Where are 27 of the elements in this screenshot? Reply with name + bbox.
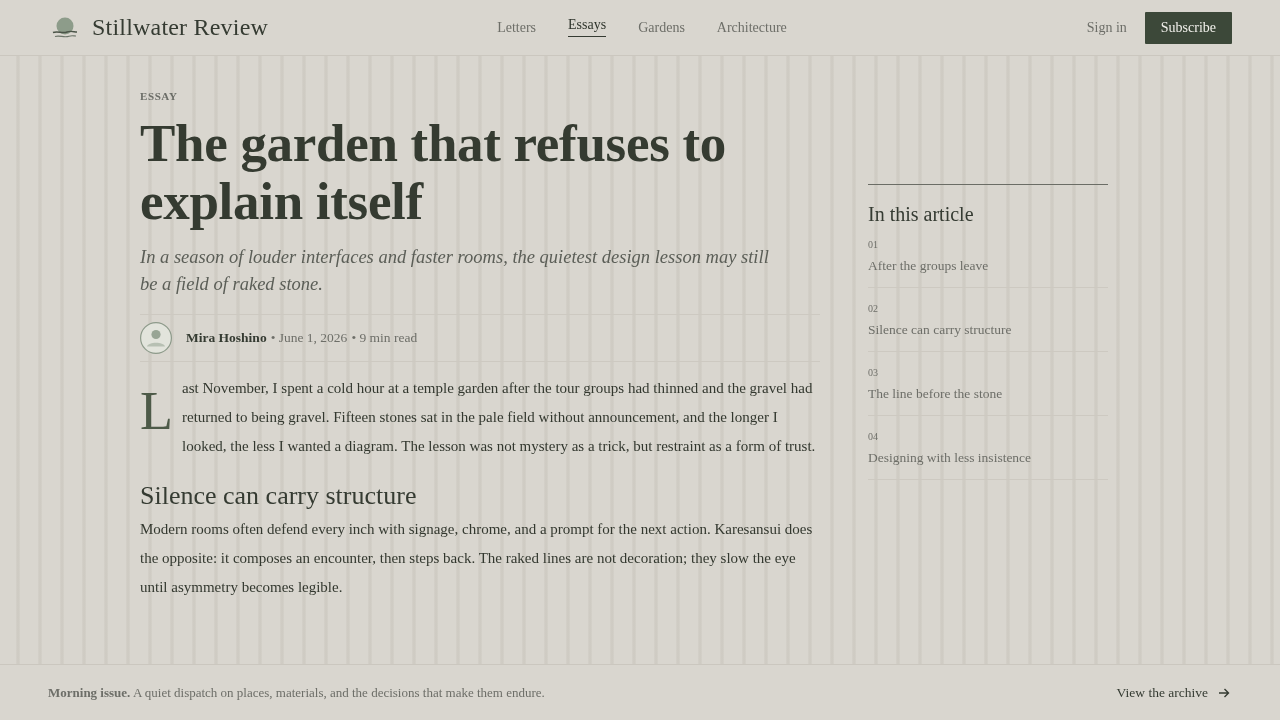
article-category: ESSAY [140, 90, 179, 102]
byline-meta: • 9 min read [351, 330, 418, 346]
nav-link[interactable]: Gardens [638, 15, 685, 40]
toc-item[interactable]: 03 The line before the stone [868, 361, 1108, 416]
drop-cap-letter: L [140, 386, 174, 434]
toc-item[interactable]: 01 After the groups leave [868, 233, 1108, 288]
footer-note: Morning issue. A quiet dispatch on places, materials, and the decisions that make them endure. [48, 684, 545, 701]
byline-meta: • June 1, 2026 [270, 330, 348, 346]
nav-link[interactable]: Architecture [716, 15, 787, 40]
toc-item[interactable]: 02 Silence can carry structure [868, 297, 1108, 352]
avatar-silhouette-icon [140, 322, 172, 354]
nav-link[interactable]: Letters [497, 15, 537, 40]
article-title: The garden that refuses to explain itself [140, 114, 727, 230]
archive-link[interactable]: View the archive [1116, 684, 1230, 701]
article-subtitle: In a season of louder interfaces and faster rooms, the quietest design lesson may still be a field of raked stone. [140, 246, 770, 296]
author-name[interactable]: Mira Hoshino [186, 330, 267, 346]
arrow-right-icon [1218, 687, 1230, 698]
body-paragraph: Modern rooms often defend every inch with signage, chrome, and a prompt for the next action. Karesansui does the opposite: it composes an encounter, then steps back. The raked lines are not decoration; they slow the eye until asymmetry becomes legible. [140, 520, 814, 597]
sun-over-water-logo-icon [52, 16, 78, 39]
toc-title: In this article [868, 202, 975, 227]
subscribe-button[interactable]: Subscribe [1144, 11, 1232, 44]
nav-link[interactable]: Essays [568, 12, 607, 37]
sign-in-link[interactable]: Sign in [1086, 19, 1127, 36]
site-title[interactable]: Stillwater Review [92, 14, 269, 41]
toc-item[interactable]: 04 Designing with less insistence [868, 425, 1108, 480]
section-heading: Silence can carry structure [140, 480, 418, 512]
body-paragraph: ast November, I spent a cold hour at a temple garden after the tour groups had thinned and the gravel had returned to being gravel. Fifteen stones sat in the pale field without announcement, and the longer I looked, the less I wanted a diagram. The lesson was not mystery as a trick, but restraint as a form of trust. [182, 379, 817, 456]
